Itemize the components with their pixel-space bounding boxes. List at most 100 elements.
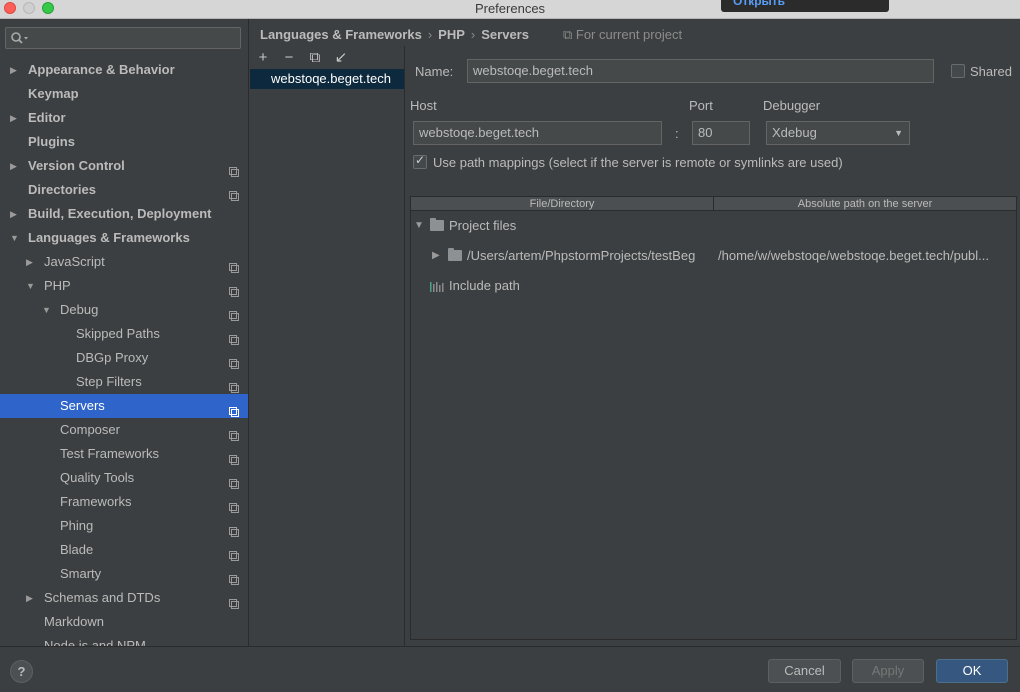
sidebar-item-debug[interactable]: ▼ Debug bbox=[0, 298, 248, 322]
sidebar-item-markdown[interactable]: Markdown bbox=[0, 610, 248, 634]
sidebar-item-test-frameworks[interactable]: Test Frameworks bbox=[0, 442, 248, 466]
project-files-label: Project files bbox=[449, 218, 517, 233]
sidebar-item-dbgp-proxy[interactable]: DBGp Proxy bbox=[0, 346, 248, 370]
sidebar-item-editor[interactable]: ▶ Editor bbox=[0, 106, 248, 130]
apply-button[interactable]: Apply bbox=[852, 659, 924, 683]
sidebar-item-frameworks[interactable]: Frameworks bbox=[0, 490, 248, 514]
project-level-icon bbox=[229, 401, 239, 417]
window-title-bar: Preferences Открыть bbox=[0, 0, 1020, 19]
sidebar-item-servers[interactable]: Servers bbox=[0, 394, 248, 418]
project-level-icon bbox=[229, 161, 239, 177]
sidebar-item-quality-tools[interactable]: Quality Tools bbox=[0, 466, 248, 490]
remove-server-icon[interactable]: − bbox=[276, 49, 302, 67]
project-level-icon bbox=[229, 473, 239, 489]
expanded-arrow-icon[interactable]: ▼ bbox=[26, 274, 36, 298]
project-level-icon bbox=[229, 449, 239, 465]
project-level-icon bbox=[229, 257, 239, 273]
settings-content: Languages & Frameworks › PHP › Servers ⧉ For … bbox=[250, 19, 1020, 646]
shared-checkbox[interactable] bbox=[951, 64, 965, 78]
sidebar-item-composer[interactable]: Composer bbox=[0, 418, 248, 442]
collapsed-arrow-icon[interactable]: ▶ bbox=[10, 202, 20, 226]
remote-path-cell[interactable]: /home/w/webstoqe/webstoqe.beget.tech/pub… bbox=[718, 244, 1013, 268]
project-level-icon bbox=[229, 521, 239, 537]
sidebar-item-label: Phing bbox=[60, 518, 94, 533]
column-header-server-path[interactable]: Absolute path on the server bbox=[714, 197, 1016, 210]
collapsed-arrow-icon[interactable]: ▶ bbox=[26, 250, 36, 274]
sidebar-item-label: Schemas and DTDs bbox=[44, 590, 161, 605]
path-mapping-row[interactable]: ▶ /Users/artem/PhpstormProjects/testBeg … bbox=[411, 244, 1016, 268]
server-name-field[interactable]: webstoqe.beget.tech bbox=[467, 59, 934, 83]
column-header-file-directory[interactable]: File/Directory bbox=[411, 197, 714, 210]
server-list-panel: + − ⧉ ↙ webstoqe.beget.tech bbox=[250, 46, 405, 646]
collapsed-arrow-icon[interactable]: ▶ bbox=[10, 154, 20, 178]
sidebar-item-build-execution-deployment[interactable]: ▶ Build, Execution, Deployment bbox=[0, 202, 248, 226]
sidebar-item-label: Directories bbox=[28, 182, 96, 197]
sidebar-item-appearance-behavior[interactable]: ▶ Appearance & Behavior bbox=[0, 58, 248, 82]
sidebar-item-version-control[interactable]: ▶ Version Control bbox=[0, 154, 248, 178]
sidebar-item-label: JavaScript bbox=[44, 254, 105, 269]
expanded-arrow-icon[interactable]: ▼ bbox=[42, 298, 52, 322]
server-list-toolbar: + − ⧉ ↙ bbox=[250, 49, 354, 67]
settings-sidebar: ▶ Appearance & Behavior Keymap ▶ Editor Plugi… bbox=[0, 19, 249, 646]
use-path-mappings-checkbox[interactable] bbox=[413, 153, 427, 169]
project-level-icon bbox=[229, 593, 239, 609]
host-field[interactable]: webstoqe.beget.tech bbox=[413, 121, 662, 145]
project-level-icon bbox=[229, 329, 239, 345]
expanded-arrow-icon[interactable]: ▼ bbox=[10, 226, 20, 250]
search-icon[interactable] bbox=[10, 31, 30, 45]
dialog-button-bar: ? Cancel Apply OK bbox=[0, 646, 1020, 692]
debugger-select[interactable]: Xdebug ▼ bbox=[766, 121, 910, 145]
sidebar-item-schemas-and-dtds[interactable]: ▶ Schemas and DTDs bbox=[0, 586, 248, 610]
add-server-icon[interactable]: + bbox=[250, 49, 276, 67]
project-level-icon bbox=[229, 185, 239, 201]
help-button[interactable]: ? bbox=[10, 660, 33, 683]
sidebar-item-label: Node.js and NPM bbox=[44, 638, 146, 646]
include-path-row[interactable]: Include path bbox=[411, 274, 1016, 298]
collapse-arrow-icon[interactable]: ▶ bbox=[432, 244, 440, 268]
sidebar-item-label: Plugins bbox=[28, 134, 75, 149]
chevron-down-icon: ▼ bbox=[894, 128, 903, 138]
sidebar-item-blade[interactable]: Blade bbox=[0, 538, 248, 562]
ok-button[interactable]: OK bbox=[936, 659, 1008, 683]
breadcrumb-item: Languages & Frameworks bbox=[260, 27, 422, 42]
library-icon bbox=[429, 274, 445, 298]
sidebar-item-php[interactable]: ▼ PHP bbox=[0, 274, 248, 298]
sidebar-item-step-filters[interactable]: Step Filters bbox=[0, 370, 248, 394]
path-mappings-table: File/Directory Absolute path on the serv… bbox=[410, 196, 1017, 640]
sidebar-item-phing[interactable]: Phing bbox=[0, 514, 248, 538]
sidebar-item-label: Editor bbox=[28, 110, 66, 125]
debugger-label: Debugger bbox=[763, 98, 821, 113]
sidebar-item-label: Frameworks bbox=[60, 494, 132, 509]
project-files-row[interactable]: ▼ Project files bbox=[411, 214, 1016, 238]
server-list-item[interactable]: webstoqe.beget.tech bbox=[250, 69, 404, 89]
debugger-value: Xdebug bbox=[772, 125, 817, 140]
port-label: Port bbox=[689, 98, 713, 113]
settings-search-input[interactable] bbox=[5, 27, 241, 49]
port-field[interactable]: 80 bbox=[692, 121, 750, 145]
sidebar-item-languages-frameworks[interactable]: ▼ Languages & Frameworks bbox=[0, 226, 248, 250]
sidebar-item-skipped-paths[interactable]: Skipped Paths bbox=[0, 322, 248, 346]
sidebar-item-label: PHP bbox=[44, 278, 71, 293]
overlay-popup-label: Открыть bbox=[733, 0, 786, 8]
cancel-button[interactable]: Cancel bbox=[768, 659, 841, 683]
expand-arrow-icon[interactable]: ▼ bbox=[414, 214, 424, 238]
sidebar-item-label: Version Control bbox=[28, 158, 125, 173]
sidebar-item-plugins[interactable]: Plugins bbox=[0, 130, 248, 154]
copy-server-icon[interactable]: ⧉ bbox=[302, 49, 328, 67]
import-server-icon[interactable]: ↙ bbox=[328, 49, 354, 67]
sidebar-item-javascript[interactable]: ▶ JavaScript bbox=[0, 250, 248, 274]
sidebar-item-node-js-and-npm[interactable]: Node.js and NPM bbox=[0, 634, 248, 646]
sidebar-item-label: Quality Tools bbox=[60, 470, 135, 485]
project-scope-icon: ⧉ bbox=[562, 27, 576, 42]
collapsed-arrow-icon[interactable]: ▶ bbox=[10, 106, 20, 130]
sidebar-item-smarty[interactable]: Smarty bbox=[0, 562, 248, 586]
sidebar-item-label: Build, Execution, Deployment bbox=[28, 206, 212, 221]
folder-icon bbox=[430, 218, 444, 231]
sidebar-item-keymap[interactable]: Keymap bbox=[0, 82, 248, 106]
collapsed-arrow-icon[interactable]: ▶ bbox=[10, 58, 20, 82]
sidebar-item-directories[interactable]: Directories bbox=[0, 178, 248, 202]
project-level-icon bbox=[229, 545, 239, 561]
local-path-cell[interactable]: /Users/artem/PhpstormProjects/testBeg bbox=[467, 244, 714, 268]
collapsed-arrow-icon[interactable]: ▶ bbox=[26, 586, 36, 610]
overlay-popup[interactable]: Открыть bbox=[721, 0, 889, 12]
